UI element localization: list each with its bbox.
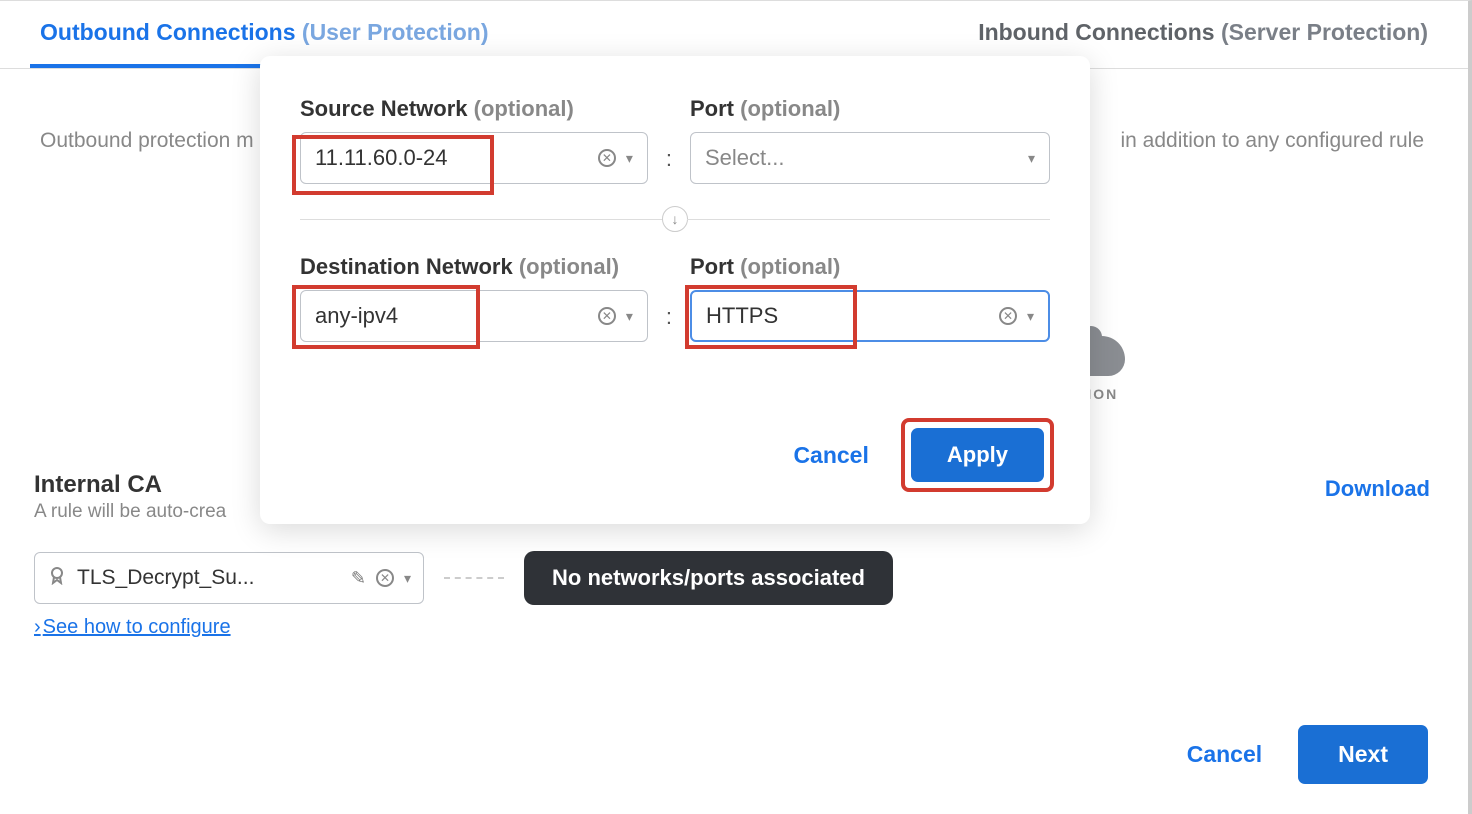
destination-port-optional: (optional) xyxy=(740,254,840,279)
chevron-down-icon[interactable]: ▾ xyxy=(1028,150,1035,167)
clear-icon[interactable]: ✕ xyxy=(598,307,616,325)
description-leading: Outbound protection m xyxy=(40,129,254,152)
popover-cancel-button[interactable]: Cancel xyxy=(787,441,874,470)
internal-ca-name: TLS_Decrypt_Su... xyxy=(77,566,341,590)
destination-network-value: any-ipv4 xyxy=(315,303,588,329)
download-link[interactable]: Download xyxy=(1325,476,1430,502)
chevron-down-icon[interactable]: ▾ xyxy=(404,570,411,587)
source-network-field: Source Network (optional) 11.11.60.0-24 … xyxy=(300,96,648,184)
apply-highlight: Apply xyxy=(905,422,1050,488)
tab-inbound-title: Inbound Connections xyxy=(978,19,1214,45)
clear-icon[interactable]: ✕ xyxy=(999,307,1017,325)
clear-icon[interactable]: ✕ xyxy=(376,569,394,587)
destination-row: Destination Network (optional) any-ipv4 … xyxy=(300,254,1050,342)
destination-port-value: HTTPS xyxy=(706,303,989,329)
certificate-icon xyxy=(47,565,67,591)
source-network-optional: (optional) xyxy=(474,96,574,121)
source-network-label: Source Network (optional) xyxy=(300,96,648,122)
connector-line xyxy=(444,577,504,579)
source-network-label-text: Source Network xyxy=(300,96,468,121)
destination-port-select[interactable]: HTTPS ✕ ▾ xyxy=(690,290,1050,342)
chevron-down-icon[interactable]: ▾ xyxy=(626,150,633,167)
chevron-down-icon[interactable]: ▾ xyxy=(626,308,633,325)
tab-outbound-sub: (User Protection) xyxy=(302,19,489,45)
colon-separator: : xyxy=(662,146,676,184)
footer-next-button[interactable]: Next xyxy=(1298,725,1428,784)
source-port-label: Port (optional) xyxy=(690,96,1050,122)
network-port-popover: Source Network (optional) 11.11.60.0-24 … xyxy=(260,56,1090,524)
see-how-to-configure-link[interactable]: See how to configure xyxy=(34,616,231,639)
popover-apply-button[interactable]: Apply xyxy=(911,428,1044,482)
footer-cancel-button[interactable]: Cancel xyxy=(1181,740,1268,769)
arrow-down-icon: ↓ xyxy=(662,206,688,232)
destination-network-label-text: Destination Network xyxy=(300,254,513,279)
footer-actions: Cancel Next xyxy=(1181,725,1428,784)
chevron-down-icon[interactable]: ▾ xyxy=(1027,308,1034,325)
source-port-label-text: Port xyxy=(690,96,734,121)
description-trailing: in addition to any configured rule xyxy=(1120,129,1424,152)
internal-ca-row: TLS_Decrypt_Su... ✎ ✕ ▾ No networks/port… xyxy=(34,551,893,605)
direction-arrow: ↓ xyxy=(300,206,1050,232)
source-network-value: 11.11.60.0-24 xyxy=(315,145,588,171)
edit-icon[interactable]: ✎ xyxy=(351,568,366,589)
source-port-select[interactable]: Select... ▾ xyxy=(690,132,1050,184)
destination-network-label: Destination Network (optional) xyxy=(300,254,648,280)
internal-ca-select[interactable]: TLS_Decrypt_Su... ✎ ✕ ▾ xyxy=(34,552,424,604)
destination-port-label-text: Port xyxy=(690,254,734,279)
source-port-field: Port (optional) Select... ▾ xyxy=(690,96,1050,184)
colon-separator: : xyxy=(662,304,676,342)
destination-network-field: Destination Network (optional) any-ipv4 … xyxy=(300,254,648,342)
source-port-placeholder: Select... xyxy=(705,145,1018,171)
no-networks-pill: No networks/ports associated xyxy=(524,551,893,605)
source-port-optional: (optional) xyxy=(740,96,840,121)
destination-network-optional: (optional) xyxy=(519,254,619,279)
clear-icon[interactable]: ✕ xyxy=(598,149,616,167)
tab-inbound-sub: (Server Protection) xyxy=(1221,19,1428,45)
source-row: Source Network (optional) 11.11.60.0-24 … xyxy=(300,96,1050,184)
destination-port-label: Port (optional) xyxy=(690,254,1050,280)
source-network-select[interactable]: 11.11.60.0-24 ✕ ▾ xyxy=(300,132,648,184)
popover-actions: Cancel Apply xyxy=(300,422,1050,488)
destination-port-field: Port (optional) HTTPS ✕ ▾ xyxy=(690,254,1050,342)
destination-network-select[interactable]: any-ipv4 ✕ ▾ xyxy=(300,290,648,342)
tab-outbound-title: Outbound Connections xyxy=(40,19,296,45)
